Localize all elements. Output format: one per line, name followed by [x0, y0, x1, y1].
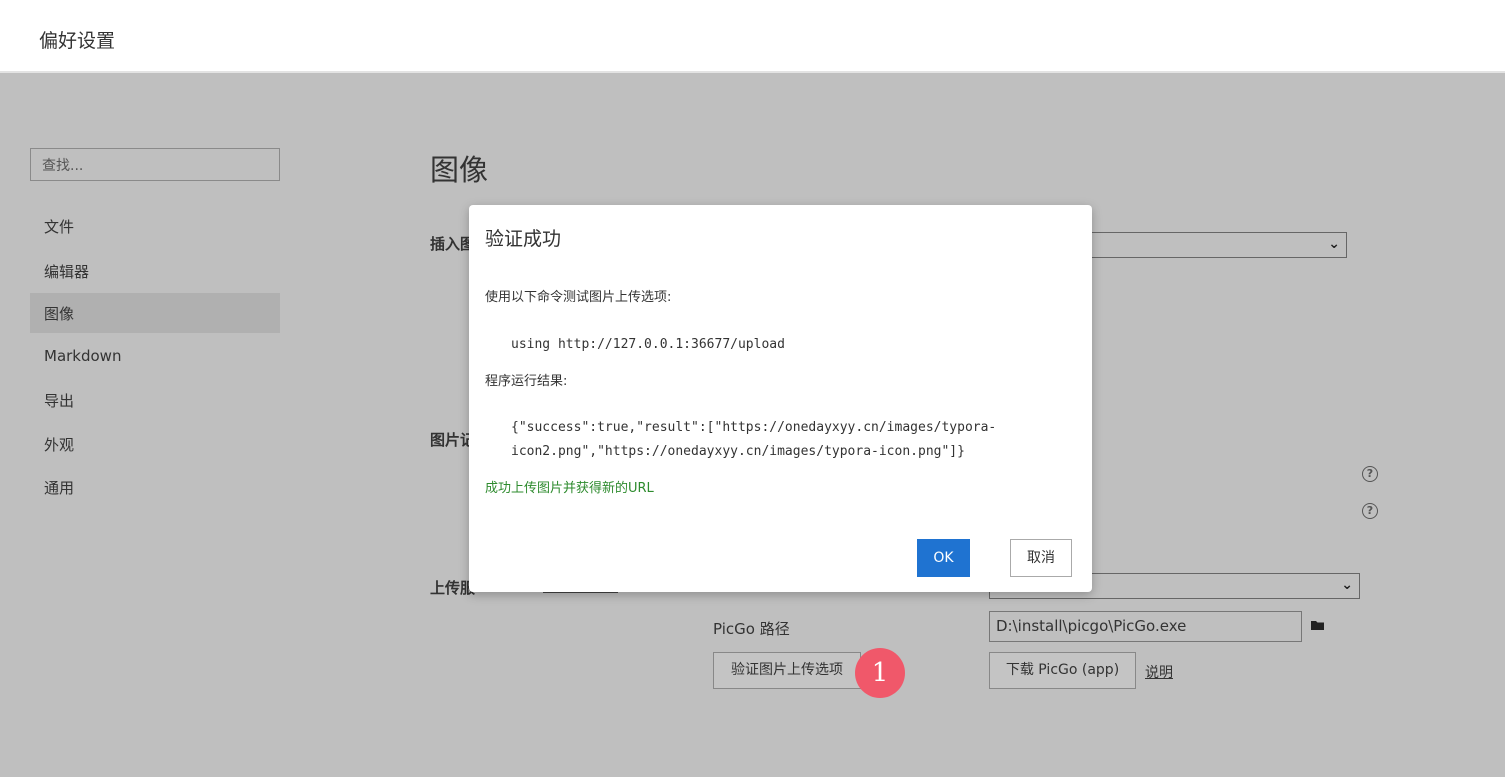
- step-number-badge: 1: [855, 648, 905, 698]
- verify-upload-button[interactable]: 验证图片上传选项: [713, 652, 861, 689]
- cancel-button[interactable]: 取消: [1010, 539, 1072, 577]
- sidebar-item-export[interactable]: 导出: [30, 380, 280, 420]
- divider: [543, 592, 618, 593]
- sidebar-item-label: 图像: [44, 305, 75, 323]
- verify-success-dialog: 验证成功 使用以下命令测试图片上传选项: using http://127.0.…: [469, 205, 1092, 592]
- dialog-intro-text: 使用以下命令测试图片上传选项:: [485, 290, 672, 305]
- sidebar-item-general[interactable]: 通用: [30, 467, 280, 507]
- help-link[interactable]: 说明: [1145, 662, 1173, 682]
- title-bar: 偏好设置: [0, 0, 1505, 73]
- help-icon[interactable]: ?: [1362, 466, 1378, 482]
- sidebar-item-label: 导出: [44, 392, 75, 410]
- window-title: 偏好设置: [39, 30, 116, 52]
- picgo-path-label: PicGo 路径: [713, 620, 790, 638]
- insert-image-select[interactable]: ⌄: [1080, 232, 1347, 258]
- ok-button[interactable]: OK: [917, 539, 970, 577]
- page-title: 图像: [430, 153, 489, 187]
- chevron-down-icon: ⌄: [1328, 236, 1340, 252]
- sidebar-item-editor[interactable]: 编辑器: [30, 251, 280, 291]
- dialog-command: using http://127.0.0.1:36677/upload: [511, 337, 785, 352]
- dialog-result-label: 程序运行结果:: [485, 374, 568, 389]
- sidebar-item-label: Markdown: [44, 347, 122, 365]
- sidebar-item-label: 外观: [44, 436, 75, 454]
- dialog-success-message: 成功上传图片并获得新的URL: [485, 481, 654, 496]
- search-input[interactable]: 查找...: [30, 148, 280, 181]
- sidebar-item-label: 编辑器: [44, 263, 90, 281]
- sidebar-item-appearance[interactable]: 外观: [30, 424, 280, 464]
- help-icon[interactable]: ?: [1362, 503, 1378, 519]
- sidebar-item-label: 通用: [44, 479, 75, 497]
- sidebar-item-image[interactable]: 图像: [30, 293, 280, 333]
- download-picgo-button[interactable]: 下载 PicGo (app): [989, 652, 1136, 689]
- sidebar-item-markdown[interactable]: Markdown: [30, 337, 280, 377]
- picgo-path-input[interactable]: D:\install\picgo\PicGo.exe: [989, 611, 1302, 642]
- folder-icon[interactable]: [1311, 620, 1325, 631]
- dialog-result-line: icon2.png","https://onedayxyy.cn/images/…: [511, 444, 965, 459]
- chevron-down-icon: ⌄: [1341, 577, 1353, 593]
- sidebar-item-label: 文件: [44, 218, 75, 236]
- sidebar-item-file[interactable]: 文件: [30, 206, 280, 246]
- dialog-title: 验证成功: [485, 228, 562, 250]
- dialog-result-line: {"success":true,"result":["https://oneda…: [511, 420, 997, 435]
